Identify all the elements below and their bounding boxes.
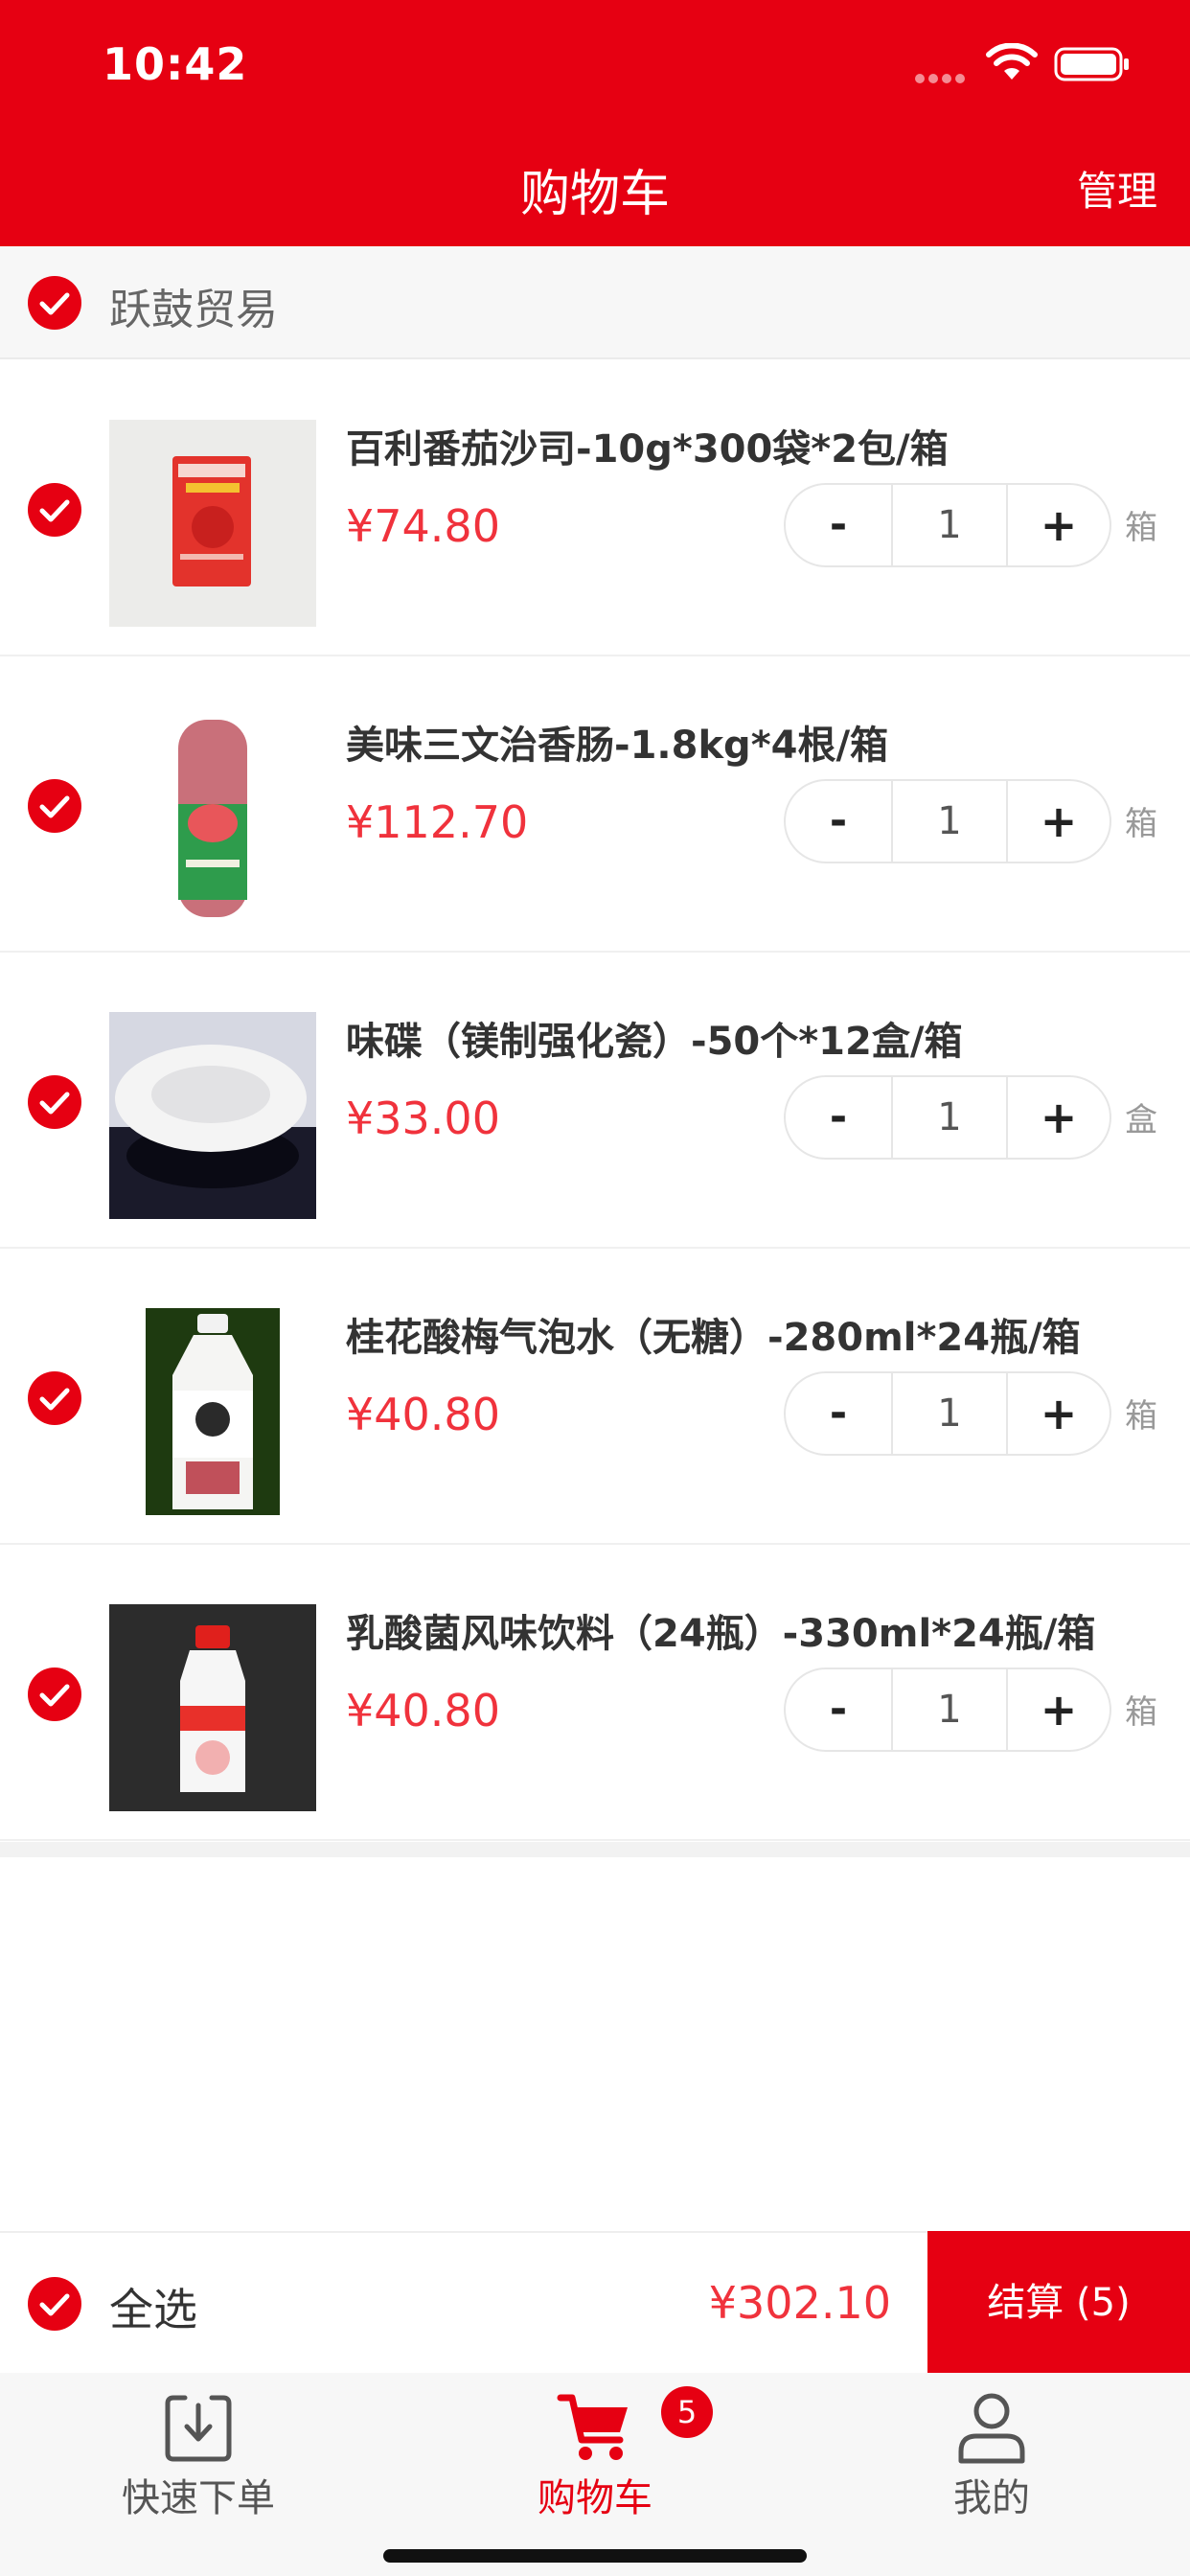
shop-row: 跃鼓贸易	[0, 246, 1190, 359]
battery-icon	[1054, 47, 1129, 81]
item-price: ¥40.80	[346, 1685, 500, 1736]
check-icon	[39, 499, 70, 522]
page-title: 购物车	[519, 166, 670, 223]
item-name: 美味三文治香肠-1.8kg*4根/箱	[346, 724, 889, 768]
decrease-button[interactable]: -	[786, 1373, 891, 1454]
item-price: ¥40.80	[346, 1389, 500, 1440]
cart-item: 百利番茄沙司-10g*300袋*2包/箱 ¥74.80 - 1 + 箱	[0, 360, 1190, 656]
select-all-label[interactable]: 全选	[109, 2275, 197, 2338]
quantity-stepper: - 1 +	[784, 1371, 1111, 1456]
checkout-bar: 全选 ¥302.10 结算 (5)	[0, 2231, 1190, 2375]
product-image-sausage[interactable]	[109, 716, 316, 923]
item-checkbox[interactable]	[28, 1371, 81, 1425]
check-icon	[39, 1092, 70, 1115]
status-time: 10:42	[103, 38, 248, 90]
tab-me[interactable]: 我的	[793, 2373, 1190, 2526]
quantity-stepper: - 1 +	[784, 1075, 1111, 1160]
item-name: 乳酸菌风味饮料（24瓶）-330ml*24瓶/箱	[346, 1612, 1096, 1656]
check-icon	[39, 1388, 70, 1411]
cart-item: 乳酸菌风味饮料（24瓶）-330ml*24瓶/箱 ¥40.80 - 1 + 箱	[0, 1545, 1190, 1841]
tab-label: 快速下单	[122, 2476, 275, 2520]
cart-icon	[557, 2394, 628, 2460]
item-unit: 箱	[1125, 1397, 1157, 1436]
tab-label: 购物车	[538, 2476, 652, 2520]
quantity-input[interactable]: 1	[891, 781, 1008, 862]
cart-count-badge: 5	[661, 2386, 713, 2438]
item-checkbox[interactable]	[28, 1668, 81, 1721]
quantity-stepper: - 1 +	[784, 483, 1111, 567]
checkout-button[interactable]: 结算 (5)	[927, 2231, 1190, 2375]
product-image-soda[interactable]	[109, 1308, 316, 1515]
check-icon	[39, 2293, 70, 2316]
check-icon	[39, 1684, 70, 1707]
decrease-button[interactable]: -	[786, 1077, 891, 1158]
item-price: ¥112.70	[346, 796, 529, 848]
quantity-input[interactable]: 1	[891, 1077, 1008, 1158]
wifi-icon	[986, 43, 1038, 80]
item-name: 百利番茄沙司-10g*300袋*2包/箱	[346, 427, 949, 472]
item-unit: 箱	[1125, 1693, 1157, 1732]
user-icon	[958, 2393, 1025, 2464]
list-divider	[0, 1842, 1190, 1857]
tab-label: 我的	[953, 2476, 1030, 2520]
increase-button[interactable]: +	[1008, 1669, 1110, 1750]
tab-quick-order[interactable]: 快速下单	[0, 2373, 397, 2526]
decrease-button[interactable]: -	[786, 1669, 891, 1750]
item-checkbox[interactable]	[28, 483, 81, 537]
item-unit: 盒	[1125, 1101, 1157, 1139]
select-all-checkbox[interactable]	[28, 2277, 81, 2331]
item-unit: 箱	[1125, 805, 1157, 843]
quantity-input[interactable]: 1	[891, 1373, 1008, 1454]
item-name: 桂花酸梅气泡水（无糖）-280ml*24瓶/箱	[346, 1316, 1081, 1360]
total-price: ¥302.10	[708, 2277, 891, 2329]
increase-button[interactable]: +	[1008, 1373, 1110, 1454]
product-image-ketchup[interactable]	[109, 420, 316, 627]
tab-cart[interactable]: 购物车	[397, 2373, 793, 2526]
increase-button[interactable]: +	[1008, 1077, 1110, 1158]
item-price: ¥74.80	[346, 500, 500, 552]
increase-button[interactable]: +	[1008, 781, 1110, 862]
quantity-input[interactable]: 1	[891, 485, 1008, 565]
cart-item: 美味三文治香肠-1.8kg*4根/箱 ¥112.70 - 1 + 箱	[0, 656, 1190, 953]
increase-button[interactable]: +	[1008, 485, 1110, 565]
shop-name: 跃鼓贸易	[109, 286, 278, 334]
download-box-icon	[165, 2395, 232, 2462]
product-image-yogurt-drink[interactable]	[109, 1604, 316, 1811]
signal-icon	[915, 69, 969, 83]
manage-button[interactable]: 管理	[1077, 159, 1157, 218]
decrease-button[interactable]: -	[786, 781, 891, 862]
item-unit: 箱	[1125, 509, 1157, 547]
decrease-button[interactable]: -	[786, 485, 891, 565]
app-header: 10:42 购物车 管理	[0, 0, 1190, 246]
quantity-input[interactable]: 1	[891, 1669, 1008, 1750]
check-icon	[39, 795, 70, 818]
cart-item: 桂花酸梅气泡水（无糖）-280ml*24瓶/箱 ¥40.80 - 1 + 箱	[0, 1249, 1190, 1545]
item-checkbox[interactable]	[28, 1075, 81, 1129]
quantity-stepper: - 1 +	[784, 779, 1111, 863]
check-icon	[39, 292, 70, 315]
item-name: 味碟（镁制强化瓷）-50个*12盒/箱	[346, 1020, 963, 1064]
home-indicator	[383, 2549, 807, 2563]
quantity-stepper: - 1 +	[784, 1668, 1111, 1752]
tab-bar: 快速下单 购物车 5 我的	[0, 2373, 1190, 2576]
shop-checkbox[interactable]	[28, 276, 81, 330]
product-image-dish[interactable]	[109, 1012, 316, 1219]
item-price: ¥33.00	[346, 1092, 500, 1144]
cart-item: 味碟（镁制强化瓷）-50个*12盒/箱 ¥33.00 - 1 + 盒	[0, 953, 1190, 1249]
item-checkbox[interactable]	[28, 779, 81, 833]
